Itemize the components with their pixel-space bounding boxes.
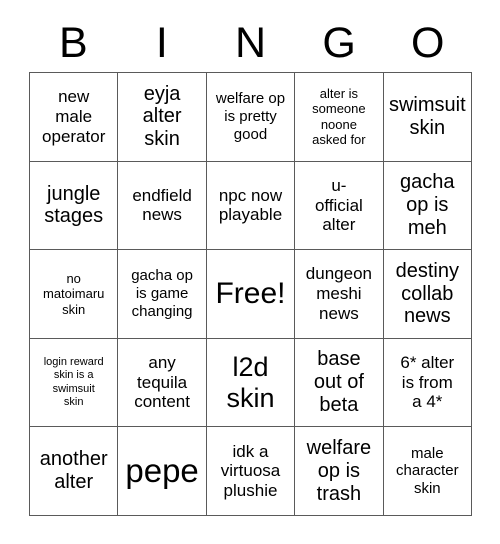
bingo-grid: new male operator eyja alter skin welfare … (29, 72, 472, 516)
bingo-cell-r1-c3[interactable]: welfare op is pretty good (206, 73, 296, 162)
bingo-cell-label: eyja alter skin (142, 82, 182, 151)
bingo-cell-label: destiny collab news (395, 259, 459, 328)
bingo-cell-r1-c2[interactable]: eyja alter skin (118, 73, 207, 162)
bingo-cell-label: any tequila content (134, 353, 190, 412)
bingo-cell-r2-c1[interactable]: jungle stages (30, 161, 119, 251)
bingo-cell-label: 6* alter is from a 4* (400, 353, 455, 412)
bingo-cell-r2-c3[interactable]: npc now playable (206, 161, 296, 251)
bingo-cell-r5-c3[interactable]: idk a virtuosa plushie (206, 427, 296, 516)
bingo-cell-label: gacha op is meh (400, 171, 455, 239)
bingo-cell-label: idk a virtuosa plushie (220, 441, 281, 501)
bingo-header-letter-o: O (410, 18, 445, 67)
bingo-header-letter-n: N (234, 18, 267, 67)
bingo-cell-r4-c5[interactable]: 6* alter is from a 4* (383, 338, 472, 428)
bingo-cell-r3-c5[interactable]: destiny collab news (383, 250, 472, 339)
bingo-cell-label: welfare op is pretty good (215, 90, 286, 143)
bingo-cell-label: dungeon meshi news (305, 264, 372, 323)
bingo-cell-r4-c2[interactable]: any tequila content (118, 338, 207, 428)
bingo-cell-label: base out of beta (313, 348, 364, 416)
bingo-cell-r3-c4[interactable]: dungeon meshi news (295, 250, 384, 339)
bingo-cell-r1-c1[interactable]: new male operator (30, 73, 119, 162)
bingo-cell-r5-c1[interactable]: another alter (30, 427, 119, 516)
bingo-cell-label: pepe (125, 451, 199, 489)
bingo-cell-r5-c4[interactable]: welfare op is trash (295, 427, 384, 516)
bingo-cell-label: new male operator (42, 87, 106, 146)
bingo-cell-label: Free! (215, 276, 286, 310)
bingo-cell-r4-c3[interactable]: l2d skin (206, 338, 296, 428)
bingo-cell-r2-c2[interactable]: endfield news (118, 161, 207, 251)
bingo-cell-label: jungle stages (44, 182, 104, 228)
bingo-free-cell[interactable]: Free! (206, 250, 296, 339)
bingo-cell-r4-c1[interactable]: login reward skin is a swimsuit skin (30, 338, 119, 428)
bingo-cell-label: l2d skin (226, 352, 275, 413)
bingo-cell-label: npc now playable (218, 185, 283, 225)
bingo-cell-label: another alter (39, 448, 108, 494)
bingo-cell-r5-c5[interactable]: male character skin (383, 427, 472, 516)
bingo-cell-label: alter is someone noone asked for (312, 85, 366, 148)
bingo-cell-r1-c4[interactable]: alter is someone noone asked for (295, 73, 384, 162)
bingo-cell-label: swimsuit skin (388, 94, 466, 139)
bingo-header-letter-i: I (155, 18, 168, 67)
bingo-cell-label: male character skin (396, 444, 459, 498)
bingo-header-letter-b: B (58, 18, 88, 67)
bingo-cell-r1-c5[interactable]: swimsuit skin (383, 73, 472, 162)
bingo-header-letter-g: G (322, 18, 356, 67)
bingo-cell-label: gacha op is game changing (131, 267, 193, 320)
bingo-cell-r3-c2[interactable]: gacha op is game changing (118, 250, 207, 339)
bingo-cell-r3-c1[interactable]: no matoimaru skin (30, 250, 119, 339)
bingo-card: B I N G O new male operator eyja alter skin we… (0, 0, 500, 544)
bingo-cell-r2-c4[interactable]: u- official alter (295, 161, 384, 251)
bingo-cell-label: endfield news (132, 185, 192, 225)
bingo-cell-r5-c2[interactable]: pepe (118, 427, 207, 516)
bingo-cell-label: no matoimaru skin (42, 270, 105, 317)
bingo-cell-label: login reward skin is a swimsuit skin (43, 355, 104, 408)
bingo-cell-label: u- official alter (314, 175, 363, 235)
bingo-cell-r2-c5[interactable]: gacha op is meh (383, 161, 472, 251)
bingo-header-row: BINGO (29, 17, 472, 69)
bingo-cell-label: welfare op is trash (306, 436, 372, 505)
bingo-cell-r4-c4[interactable]: base out of beta (295, 338, 384, 428)
